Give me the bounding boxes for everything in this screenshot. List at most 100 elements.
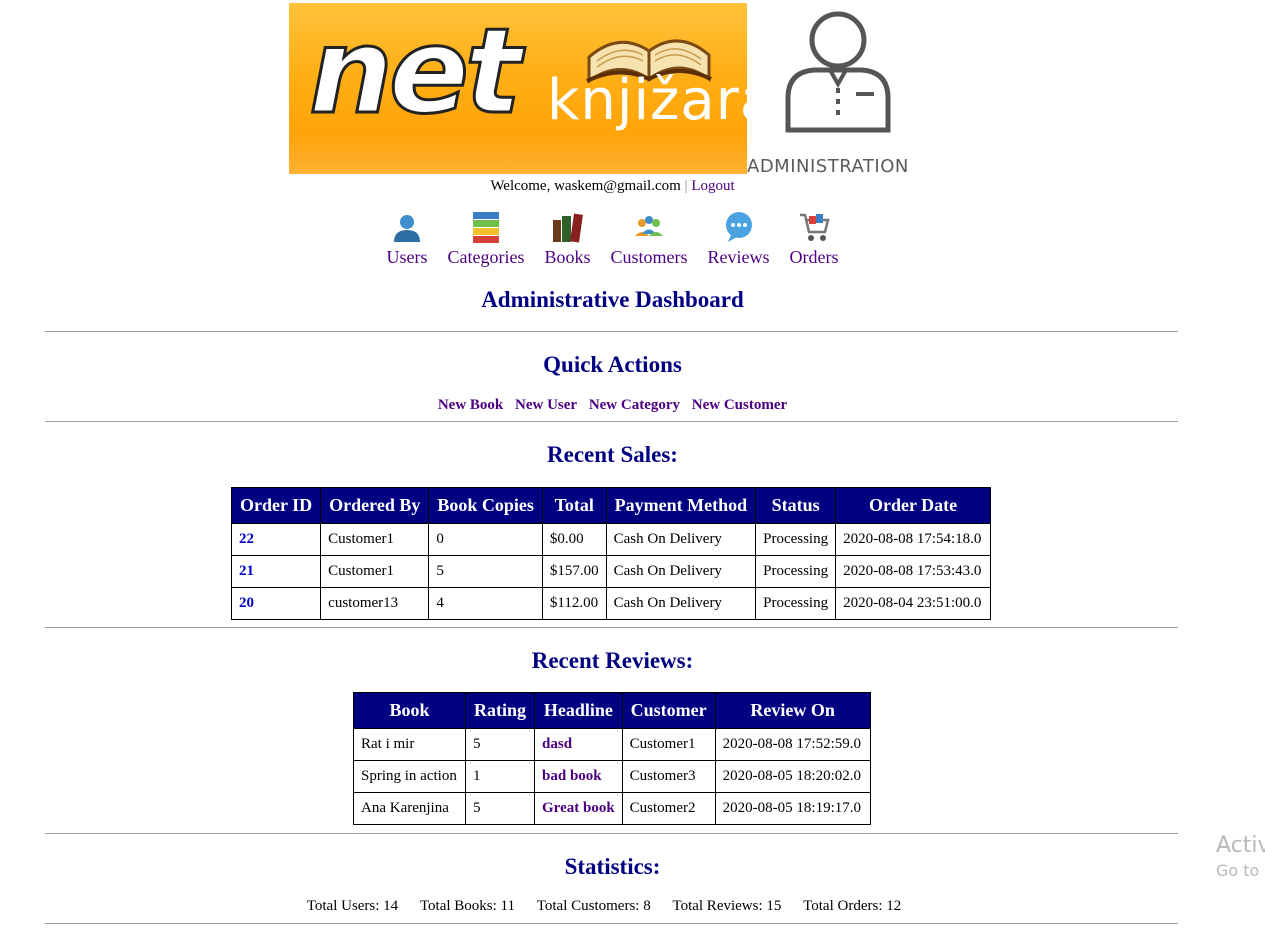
new-customer-link[interactable]: New Customer	[692, 397, 787, 413]
activate-windows-watermark: Activ Go to	[1216, 832, 1265, 882]
book-cell: Spring in action	[353, 760, 466, 793]
total-customers-stat: Total Customers: 8	[536, 898, 651, 914]
reviews-icon	[725, 212, 752, 242]
menu-item-categories[interactable]: Categories	[447, 210, 525, 267]
review-date-cell: 2020-08-05 18:19:17.0	[714, 792, 871, 825]
order-date-cell: 2020-08-08 17:54:18.0	[835, 523, 992, 556]
book-copies-cell: 0	[428, 523, 543, 556]
watermark-line-1: Activ	[1216, 833, 1265, 858]
status-cell: Processing	[755, 587, 837, 620]
column-header: Rating	[464, 692, 536, 729]
new-user-link[interactable]: New User	[515, 397, 577, 413]
column-header: Order Date	[835, 487, 992, 524]
menu-item-reviews[interactable]: Reviews	[708, 210, 770, 267]
welcome-prefix: Welcome,	[490, 178, 551, 194]
table-row: Spring in action 1 bad book Customer3 20…	[353, 760, 871, 793]
total-reviews-stat: Total Reviews: 15	[672, 898, 782, 914]
welcome-separator: |	[684, 178, 688, 194]
new-book-link[interactable]: New Book	[438, 397, 503, 413]
table-header-row: Order ID Ordered By Book Copies Total Pa…	[230, 487, 992, 524]
menu-label-books: Books	[544, 247, 591, 267]
logout-link[interactable]: Logout	[691, 178, 734, 194]
divider	[45, 627, 1178, 628]
column-header: Order ID	[230, 487, 322, 524]
rating-cell: 1	[464, 760, 536, 793]
logo-reflection	[289, 132, 747, 174]
divider	[45, 421, 1178, 422]
table-row: 22 Customer1 0 $0.00 Cash On Delivery Pr…	[230, 523, 992, 556]
status-cell: Processing	[755, 555, 837, 588]
order-date-cell: 2020-08-08 17:53:43.0	[835, 555, 992, 588]
book-cell: Rat i mir	[353, 728, 466, 761]
table-row: Ana Karenjina 5 Great book Customer2 202…	[353, 792, 871, 825]
customer-cell: Customer3	[621, 760, 716, 793]
total-cell: $157.00	[541, 555, 607, 588]
recent-sales-table: Order ID Ordered By Book Copies Total Pa…	[230, 487, 992, 620]
column-header: Payment Method	[605, 487, 757, 524]
menu-label-customers: Customers	[610, 247, 688, 267]
new-category-link[interactable]: New Category	[589, 397, 680, 413]
column-header: Book	[353, 692, 466, 729]
administrator-avatar-icon	[785, 11, 891, 133]
ordered-by-cell: Customer1	[320, 523, 430, 556]
menu-label-users: Users	[386, 247, 428, 267]
table-row: 21 Customer1 5 $157.00 Cash On Delivery …	[230, 555, 992, 588]
divider	[45, 331, 1178, 332]
total-cell: $0.00	[541, 523, 607, 556]
total-users-stat: Total Users: 14	[306, 898, 399, 914]
menu-label-categories: Categories	[447, 247, 525, 267]
payment-method-cell: Cash On Delivery	[605, 523, 757, 556]
logo-store-text: knjižara	[547, 68, 747, 133]
menu-item-customers[interactable]: Customers	[611, 210, 688, 267]
column-header: Total	[541, 487, 607, 524]
column-header: Customer	[621, 692, 716, 729]
netknjizara-logo[interactable]: net knjižara	[289, 3, 747, 174]
user-email: waskem@gmail.com	[554, 178, 681, 194]
order-date-cell: 2020-08-04 23:51:00.0	[835, 587, 992, 620]
menu-item-books[interactable]: Books	[544, 210, 591, 267]
column-header: Status	[755, 487, 837, 524]
total-cell: $112.00	[541, 587, 607, 620]
book-cell: Ana Karenjina	[353, 792, 466, 825]
review-date-cell: 2020-08-08 17:52:59.0	[714, 728, 871, 761]
rating-cell: 5	[464, 728, 536, 761]
order-id-link[interactable]: 21	[239, 563, 254, 579]
table-row: Rat i mir 5 dasd Customer1 2020-08-08 17…	[353, 728, 871, 761]
table-header-row: Book Rating Headline Customer Review On	[353, 692, 871, 729]
recent-sales-title: Recent Sales:	[547, 442, 678, 467]
review-headline-link[interactable]: bad book	[542, 768, 602, 784]
order-id-link[interactable]: 20	[239, 595, 254, 611]
menu-item-users[interactable]: Users	[387, 210, 428, 267]
ordered-by-cell: customer13	[320, 587, 430, 620]
status-cell: Processing	[755, 523, 837, 556]
column-header: Review On	[714, 692, 871, 729]
administration-label: ADMINISTRATION	[747, 156, 909, 177]
payment-method-cell: Cash On Delivery	[605, 555, 757, 588]
books-icon	[553, 213, 584, 243]
table-row: 20 customer13 4 $112.00 Cash On Delivery…	[230, 587, 992, 620]
recent-reviews-title: Recent Reviews:	[531, 648, 694, 673]
watermark-line-2: Go to	[1216, 861, 1260, 880]
page-header: net knjižara ADMINISTRATION Welcome, was…	[0, 0, 1265, 200]
divider	[45, 923, 1178, 924]
menu-item-orders[interactable]: Orders	[790, 210, 839, 267]
statistics-summary: Total Users: 14 Total Books: 11 Total Cu…	[0, 898, 1208, 915]
book-copies-cell: 4	[428, 587, 543, 620]
column-header: Ordered By	[320, 487, 430, 524]
column-header: Headline	[534, 692, 623, 729]
welcome-bar: Welcome, waskem@gmail.com | Logout	[0, 178, 1225, 194]
column-header: Book Copies	[428, 487, 543, 524]
total-orders-stat: Total Orders: 12	[803, 898, 902, 914]
order-id-link[interactable]: 22	[239, 531, 254, 547]
rating-cell: 5	[464, 792, 536, 825]
menu-label-orders: Orders	[789, 247, 839, 267]
dashboard-title: Administrative Dashboard	[481, 287, 744, 312]
logo-net-text: net	[307, 3, 522, 140]
review-date-cell: 2020-08-05 18:20:02.0	[714, 760, 871, 793]
divider	[45, 833, 1178, 834]
review-headline-link[interactable]: dasd	[542, 736, 572, 752]
book-copies-cell: 5	[428, 555, 543, 588]
customers-icon	[635, 216, 663, 236]
review-headline-link[interactable]: Great book	[542, 800, 615, 816]
recent-reviews-table: Book Rating Headline Customer Review On …	[353, 692, 871, 825]
